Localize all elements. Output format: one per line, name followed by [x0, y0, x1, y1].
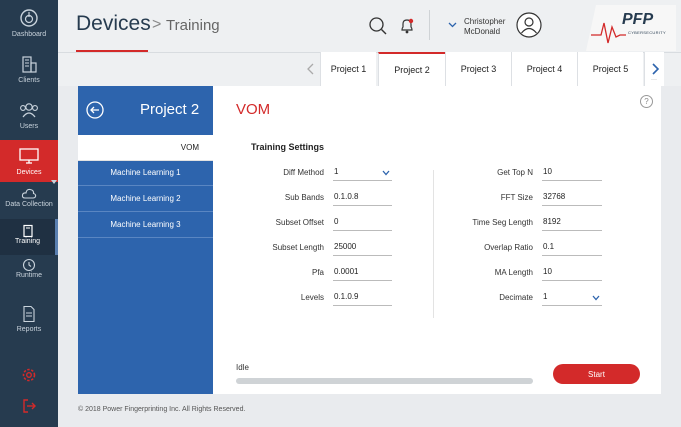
sub-bands-input[interactable]: 0.1.0.8 — [333, 192, 392, 206]
monitor-icon — [19, 148, 39, 164]
nav-label: Reports — [16, 326, 42, 333]
tab-project-1[interactable]: Project 1 — [320, 52, 376, 86]
nav-item-users[interactable]: Users — [0, 100, 58, 138]
history-icon — [22, 258, 36, 272]
levels-input[interactable]: 0.1.0.9 — [333, 292, 392, 306]
column-divider — [433, 170, 434, 318]
ma-length-label: MA Length — [494, 268, 533, 277]
chevron-down-icon — [51, 180, 57, 184]
dashboard-icon — [20, 9, 38, 27]
project-panel — [78, 86, 213, 394]
nav-item-reports[interactable]: Reports — [0, 305, 58, 335]
time-seg-length-label: Time Seg Length — [472, 218, 533, 227]
tab-project-3[interactable]: Project 3 — [445, 52, 511, 86]
get-top-n-label: Get Top N — [497, 168, 533, 177]
progress-bar — [236, 378, 533, 384]
logo-subtext: CYBERSECURITY — [628, 30, 666, 35]
nav-label: Users — [19, 123, 39, 130]
subset-offset-input[interactable]: 0 — [333, 217, 392, 231]
pfa-input[interactable]: 0.0001 — [333, 267, 392, 281]
breadcrumb-current: Training — [166, 17, 220, 34]
back-arrow-icon[interactable] — [86, 101, 104, 119]
breadcrumb-separator: > — [152, 16, 162, 33]
nav-label: Dashboard — [11, 31, 47, 38]
logo-text: PFP — [622, 11, 654, 28]
diff-method-label: Diff Method — [283, 168, 324, 177]
project-item-machine-learning-3[interactable]: Machine Learning 3 — [78, 212, 213, 238]
logo: PFP CYBERSECURITY — [586, 5, 676, 51]
chevron-left-icon[interactable] — [306, 63, 316, 75]
fft-size-input[interactable]: 32768 — [542, 192, 602, 206]
nav-item-training[interactable]: Training — [0, 219, 58, 255]
pfa-label: Pfa — [311, 268, 324, 277]
start-button[interactable]: Start — [553, 364, 640, 384]
notification-bell-icon[interactable] — [397, 16, 417, 36]
chevron-down-icon[interactable] — [448, 22, 457, 28]
cloud-icon — [21, 188, 37, 199]
subset-length-input[interactable]: 25000 — [333, 242, 392, 256]
content-panel — [213, 86, 661, 394]
nav-label: Clients — [18, 77, 40, 84]
subset-length-label: Subset Length — [272, 243, 324, 252]
levels-label: Levels — [300, 293, 324, 302]
nav-label: Runtime — [15, 272, 43, 279]
nav-label: Training — [14, 238, 41, 245]
users-icon — [20, 103, 38, 118]
ma-length-input[interactable]: 10 — [542, 267, 602, 281]
project-item-machine-learning-2[interactable]: Machine Learning 2 — [78, 186, 213, 212]
diff-method-select[interactable]: 1 — [333, 167, 392, 181]
user-name[interactable]: Christopher McDonald — [464, 17, 505, 37]
chevron-right-icon — [652, 63, 660, 75]
nav-item-dashboard[interactable]: Dashboard — [0, 8, 58, 46]
tab-project-4[interactable]: Project 4 — [511, 52, 577, 86]
logout-icon[interactable] — [20, 397, 38, 415]
nav-item-clients[interactable]: Clients — [0, 54, 58, 92]
page-title: Devices — [76, 12, 151, 35]
search-icon[interactable] — [368, 16, 388, 36]
overlap-ratio-label: Overlap Ratio — [484, 243, 533, 252]
avatar[interactable] — [516, 12, 542, 38]
nav-item-runtime[interactable]: Runtime — [0, 258, 58, 288]
overlap-ratio-input[interactable]: 0.1 — [542, 242, 602, 256]
book-icon — [22, 224, 33, 238]
project-title: Project 2 — [140, 101, 200, 118]
tab-project-2[interactable]: Project 2 — [378, 52, 445, 86]
status-text: Idle — [236, 363, 249, 372]
more-icon: ··· — [651, 77, 657, 83]
chevron-down-icon — [592, 295, 600, 301]
sub-bands-label: Sub Bands — [284, 193, 324, 202]
gear-icon[interactable] — [20, 366, 38, 384]
decimate-label: Decimate — [499, 293, 533, 302]
decimate-select[interactable]: 1 — [542, 292, 602, 306]
document-icon — [23, 305, 35, 323]
chevron-down-icon — [382, 170, 390, 176]
tab-scroll-right[interactable]: ··· — [644, 52, 664, 86]
project-item-machine-learning-1[interactable]: Machine Learning 1 — [78, 160, 213, 186]
time-seg-length-input[interactable]: 8192 — [542, 217, 602, 231]
project-item-vom[interactable]: VOM — [78, 135, 213, 161]
nav-label: Data Collection — [5, 201, 53, 208]
help-icon[interactable]: ? — [640, 95, 653, 108]
fft-size-label: FFT Size — [500, 193, 533, 202]
nav-item-data-collection[interactable]: Data Collection — [0, 187, 58, 217]
building-icon — [22, 56, 37, 73]
get-top-n-input[interactable]: 10 — [542, 167, 602, 181]
nav-label: Devices — [16, 169, 42, 176]
training-settings-title: Training Settings — [251, 142, 325, 152]
tab-project-5[interactable]: Project 5 — [577, 52, 643, 86]
footer-copyright: © 2018 Power Fingerprinting Inc. All Rig… — [78, 406, 246, 413]
nav-item-devices[interactable]: Devices — [0, 140, 58, 182]
header-divider — [429, 10, 430, 40]
section-heading: VOM — [236, 101, 271, 118]
subset-offset-label: Subset Offset — [275, 218, 324, 227]
